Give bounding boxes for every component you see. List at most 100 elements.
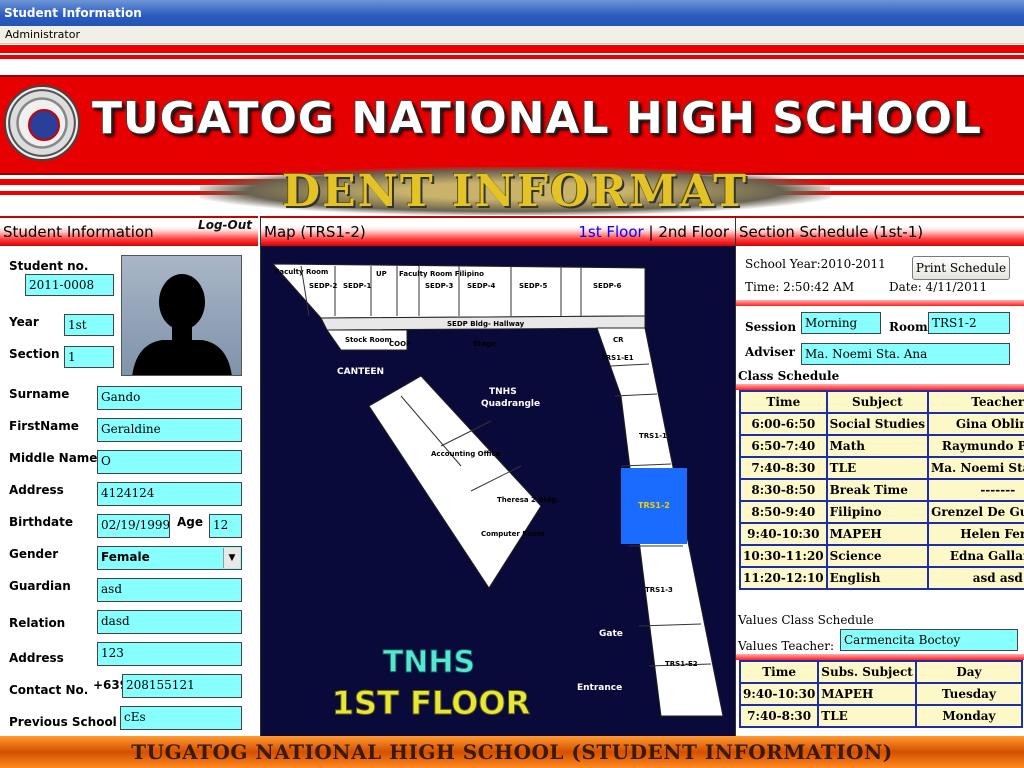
previous-school-field[interactable]: cEs bbox=[120, 706, 242, 730]
cell-time: 8:30-8:50 bbox=[741, 480, 826, 500]
surname-field[interactable]: Gando bbox=[97, 386, 242, 410]
room-sedp5: SEDP-5 bbox=[519, 282, 548, 290]
firstname-field[interactable]: Geraldine bbox=[97, 418, 242, 442]
cell-teacher: Grenzel De Guzman bbox=[928, 502, 1024, 522]
room-trs1-2: TRS1-2 bbox=[638, 501, 670, 510]
gender-select-value: Female bbox=[101, 550, 150, 564]
cell-time: 11:20-12:10 bbox=[741, 568, 826, 588]
birthdate-label: Birthdate bbox=[9, 515, 74, 529]
quadrangle-label-1: TNHS bbox=[489, 387, 517, 397]
second-floor-link[interactable]: 2nd Floor bbox=[658, 223, 729, 241]
relation-field[interactable]: dasd bbox=[97, 610, 242, 634]
cell-day: Tuesday bbox=[916, 684, 1021, 704]
map-panel-header: Map (TRS1-2) 1st Floor | 2nd Floor bbox=[261, 216, 735, 246]
guardian-field[interactable]: asd bbox=[97, 578, 242, 602]
gender-select[interactable]: Female ▼ bbox=[97, 546, 242, 570]
middle-name-field[interactable]: O bbox=[97, 450, 242, 474]
room-sedp4: SEDP-4 bbox=[467, 282, 496, 290]
room-stage: Stage bbox=[473, 340, 496, 348]
section-label: Section bbox=[9, 347, 60, 361]
room-faculty-filipino: Faculty Room Filipino bbox=[399, 270, 484, 278]
section-field[interactable]: 1 bbox=[64, 346, 114, 368]
current-date: Date: 4/11/2011 bbox=[889, 280, 988, 294]
address-field[interactable]: 4124124 bbox=[97, 482, 242, 506]
table-row[interactable]: 11:20-12:10 English asd asd bbox=[741, 568, 1024, 588]
guardian-address-field[interactable]: 123 bbox=[97, 642, 242, 666]
adviser-label: Adviser bbox=[745, 345, 795, 359]
room-stock: Stock Room bbox=[345, 336, 392, 344]
cell-subject: Math bbox=[827, 436, 927, 456]
school-seal-logo bbox=[4, 85, 80, 161]
room-accounting: Accounting Office bbox=[431, 450, 501, 458]
room-sedp1: SEDP-1 bbox=[343, 282, 372, 290]
year-label: Year bbox=[9, 315, 39, 329]
relation-label: Relation bbox=[9, 616, 66, 630]
values-schedule-table: Time Subs. Subject Day 9:40-10:30 MAPEH Tu… bbox=[739, 660, 1023, 728]
room-coop: COOP bbox=[389, 340, 411, 348]
school-floor-map: Faculty Room SEDP-2 SEDP-1 UP Faculty Ro… bbox=[261, 246, 735, 736]
print-schedule-button[interactable]: Print Schedule bbox=[912, 256, 1010, 280]
cell-time: 6:00-6:50 bbox=[741, 414, 826, 434]
cell-teacher: Gina Oblima bbox=[928, 414, 1024, 434]
room-theresa2: Theresa 2 Bldg. bbox=[497, 496, 559, 504]
window-title: Student Information bbox=[0, 0, 1024, 26]
cell-time: 6:50-7:40 bbox=[741, 436, 826, 456]
entrance-label: Entrance bbox=[577, 683, 622, 693]
table-row[interactable]: 6:00-6:50Social StudiesGina Oblima bbox=[741, 414, 1024, 434]
contact-field[interactable]: 208155121 bbox=[122, 674, 242, 698]
table-row[interactable]: 7:40-8:30TLEMa. Noemi Sta. Ana bbox=[741, 458, 1024, 478]
room-faculty: Faculty Room bbox=[275, 268, 328, 276]
table-row[interactable]: 7:40-8:30 TLE Monday bbox=[741, 706, 1021, 726]
values-teacher-field[interactable]: Carmencita Boctoy bbox=[840, 629, 1018, 651]
cell-subject: TLE bbox=[827, 458, 927, 478]
col-header-teacher: Teacher bbox=[928, 392, 1024, 412]
menu-user[interactable]: Administrator bbox=[0, 26, 1024, 44]
map-title-line2: 1ST FLOOR bbox=[332, 684, 530, 722]
separator bbox=[736, 300, 1024, 306]
first-floor-link[interactable]: 1st Floor bbox=[578, 223, 643, 241]
person-silhouette-icon bbox=[132, 274, 232, 375]
middle-name-label: Middle Name bbox=[9, 451, 98, 465]
menu-user-label[interactable]: Administrator bbox=[5, 28, 80, 41]
logout-link[interactable]: Log-Out bbox=[198, 218, 252, 232]
table-row[interactable]: 10:30-11:20ScienceEdna Gallardo bbox=[741, 546, 1024, 566]
class-schedule-label: Class Schedule bbox=[738, 369, 840, 383]
student-no-field[interactable]: 2011-0008 bbox=[25, 274, 114, 296]
chevron-down-icon[interactable]: ▼ bbox=[223, 548, 240, 568]
room-sedp6: SEDP-6 bbox=[593, 282, 622, 290]
cell-subject: Filipino bbox=[827, 502, 927, 522]
cell-time: 7:40-8:30 bbox=[741, 706, 818, 726]
table-row[interactable]: 8:30-8:50 Break Time ------- bbox=[741, 480, 1024, 500]
student-panel-header: Student Information Log-Out bbox=[0, 216, 258, 246]
student-panel-title: Student Information bbox=[3, 223, 154, 241]
room-field[interactable]: TRS1-2 bbox=[928, 312, 1010, 334]
section-schedule-panel: Section Schedule (1st-1) School Year:201… bbox=[736, 216, 1024, 736]
footer-banner: TUGATOG NATIONAL HIGH SCHOOL (STUDENT IN… bbox=[0, 736, 1024, 768]
birthdate-field[interactable]: 02/19/1999 bbox=[97, 514, 170, 538]
banner-subtitle: DENT INFORMAT bbox=[200, 167, 830, 215]
age-label: Age bbox=[177, 515, 204, 529]
guardian-label: Guardian bbox=[9, 579, 71, 593]
table-row[interactable]: 9:40-10:30 MAPEH Tuesday bbox=[741, 684, 1021, 704]
values-schedule-label: Values Class Schedule bbox=[738, 613, 874, 627]
cell-day: Monday bbox=[916, 706, 1021, 726]
floor-map-drawing: Faculty Room SEDP-2 SEDP-1 UP Faculty Ro… bbox=[271, 263, 724, 723]
table-row[interactable]: 9:40-10:30MAPEHHelen Feril bbox=[741, 524, 1024, 544]
col-header-subject: Subs. Subject bbox=[819, 662, 915, 682]
room-sedp2: SEDP-2 bbox=[309, 282, 338, 290]
cell-time: 8:50-9:40 bbox=[741, 502, 826, 522]
room-label: Room bbox=[889, 320, 928, 334]
year-field[interactable]: 1st bbox=[64, 314, 114, 336]
adviser-field[interactable]: Ma. Noemi Sta. Ana bbox=[801, 343, 1010, 365]
banner: TUGATOG NATIONAL HIGH SCHOOL DENT INFORM… bbox=[0, 45, 1024, 215]
table-row[interactable]: 6:50-7:40MathRaymundo Pecjo bbox=[741, 436, 1024, 456]
col-header-day: Day bbox=[916, 662, 1021, 682]
cell-teacher: Helen Feril bbox=[928, 524, 1024, 544]
previous-school-label: Previous School bbox=[9, 715, 117, 729]
student-photo bbox=[121, 255, 242, 376]
session-field[interactable]: Morning bbox=[801, 312, 881, 334]
age-field[interactable]: 12 bbox=[209, 514, 242, 538]
cell-subject: MAPEH bbox=[819, 684, 915, 704]
map-panel-title: Map (TRS1-2) bbox=[264, 223, 366, 241]
table-row[interactable]: 8:50-9:40FilipinoGrenzel De Guzman bbox=[741, 502, 1024, 522]
